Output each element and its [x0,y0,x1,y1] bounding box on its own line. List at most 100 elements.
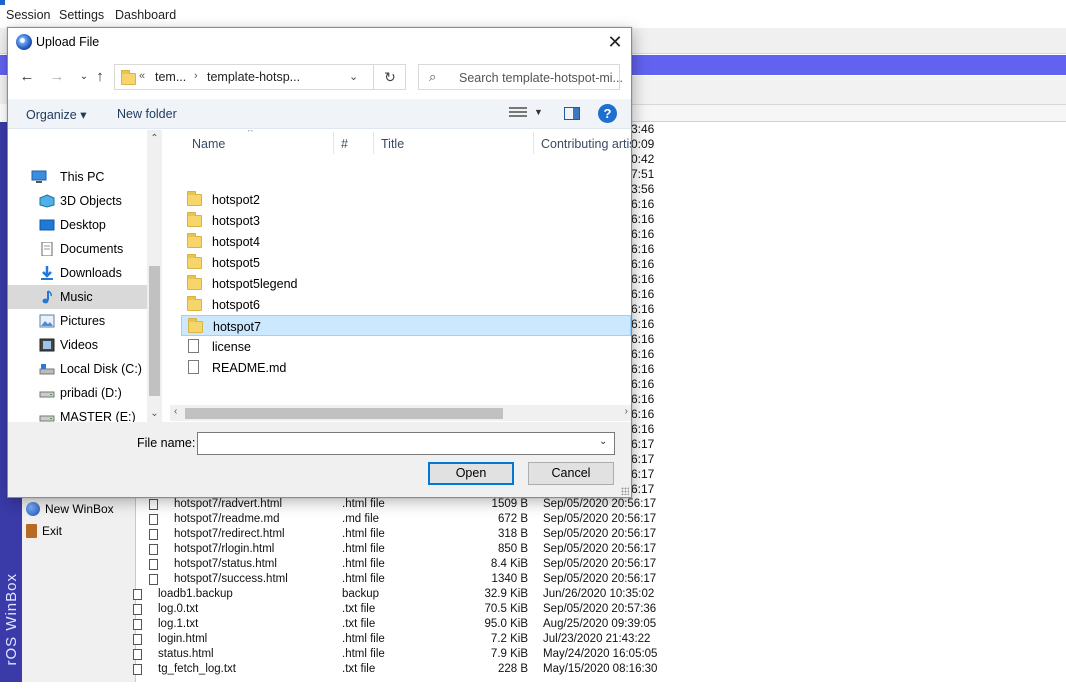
preview-pane-icon[interactable] [564,107,580,120]
breadcrumb-item[interactable]: template-hotsp... [207,70,300,84]
address-bar[interactable]: « tem... › template-hotsp... ⌄ ↻ [114,64,406,90]
table-row[interactable]: tg_fetch_log.txt .txt file 228 B May/15/202… [133,662,1066,677]
nav-item-music[interactable]: Music [8,285,147,309]
up-arrow-icon[interactable]: ↑ [90,67,110,87]
nav-item-label: Videos [60,338,98,352]
view-options-icon[interactable] [509,107,527,119]
table-row[interactable]: log.1.txt .txt file 95.0 KiB Aug/25/2020 09… [133,617,1066,632]
nav-item-desktop[interactable]: Desktop [8,213,147,237]
file-type-cell: .html file [342,498,385,510]
file-row-license[interactable]: license [181,336,631,357]
file-name-input[interactable] [197,432,615,455]
table-row[interactable]: status.html .html file 7.9 KiB May/24/2020 … [133,647,1066,662]
nav-item-label: Documents [60,242,124,256]
table-row[interactable]: log.0.txt .txt file 70.5 KiB Sep/05/2020 20… [133,602,1066,617]
scroll-thumb[interactable] [185,408,503,419]
menu-dashboard[interactable]: Dashboard [115,8,176,22]
resize-grip[interactable] [621,487,629,495]
file-date-cell: May/15/2020 08:16:30 [543,663,658,675]
breadcrumb-item[interactable]: tem... [155,70,186,84]
side-menu-new-winbox[interactable]: New WinBox [26,500,114,518]
search-icon: ⌕ [429,69,437,84]
scroll-left-icon[interactable]: ‹ [174,406,177,417]
scroll-thumb[interactable] [149,266,160,396]
folder-icon [187,191,202,206]
file-row-hotspot4[interactable]: hotspot4 [181,231,631,252]
open-button[interactable]: Open [428,462,514,485]
folder-icon [187,275,202,290]
time-cell: 6:16 [631,347,655,361]
file-name: hotspot5legend [212,277,298,291]
time-cell: 7:51 [631,167,655,181]
file-type-cell: .md file [342,513,380,525]
nav-item-this-pc[interactable]: This PC [8,165,147,189]
navigation-scrollbar[interactable]: ⌃ ⌄ [147,130,162,422]
file-icon [149,529,158,540]
nav-item-pictures[interactable]: Pictures [8,309,147,333]
table-row[interactable]: hotspot7/readme.md .md file 672 B Sep/05/20… [137,512,1066,527]
chevron-down-icon[interactable]: ⌄ [599,436,607,447]
file-name: hotspot2 [212,193,260,207]
nav-item-videos[interactable]: Videos [8,333,147,357]
nav-item-3d-objects[interactable]: 3D Objects [8,189,147,213]
sort-arrow-icon: ^ [248,130,253,138]
menu-session[interactable]: Session [6,8,50,22]
file-row-hotspot7[interactable]: hotspot7 [181,315,631,336]
menu-settings[interactable]: Settings [59,8,104,22]
folder-icon [187,296,202,311]
table-row[interactable]: hotspot7/success.html .html file 1340 B Sep… [137,572,1066,587]
column-number[interactable]: # [341,137,348,151]
chevron-down-icon[interactable]: ⌄ [349,70,358,83]
column-name[interactable]: Name [192,137,225,151]
time-cell: 6:16 [631,302,655,316]
horizontal-scrollbar[interactable]: ‹ › [170,405,631,421]
close-button[interactable]: ✕ [599,28,631,57]
nav-item-documents[interactable]: Documents [8,237,147,261]
nav-item-master-e[interactable]: MASTER (E:) [8,405,147,422]
scroll-up-icon[interactable]: ⌃ [147,133,162,144]
table-row[interactable]: login.html .html file 7.2 KiB Jul/23/2020 2… [133,632,1066,647]
refresh-icon[interactable]: ↻ [373,65,406,89]
forward-arrow-icon[interactable]: → [47,67,67,87]
file-size-cell: 228 B [497,663,528,675]
help-icon[interactable]: ? [598,104,617,123]
file-type-cell: .html file [342,648,385,660]
organize-button[interactable]: Organize ▾ [26,107,86,122]
scroll-down-icon[interactable]: ⌄ [147,408,162,419]
column-header: ^ Name # Title Contributing artist [163,130,631,156]
back-arrow-icon[interactable]: ← [17,67,37,87]
column-contributing-artist[interactable]: Contributing artist [541,137,631,151]
file-row-hotspot5legend[interactable]: hotspot5legend [181,273,631,294]
dialog-titlebar[interactable]: Upload File ✕ [8,28,631,57]
chevron-down-icon[interactable]: ▼ [534,107,543,117]
nav-item-label: Downloads [60,266,122,280]
disk-icon [39,362,55,376]
file-row-hotspot2[interactable]: hotspot2 [181,189,631,210]
side-menu-exit[interactable]: Exit [26,522,62,540]
scroll-right-icon[interactable]: › [625,406,628,417]
file-name: hotspot5 [212,256,260,270]
file-row-hotspot5[interactable]: hotspot5 [181,252,631,273]
nav-item-local-disk-c[interactable]: Local Disk (C:) [8,357,147,381]
file-row-hotspot6[interactable]: hotspot6 [181,294,631,315]
table-row[interactable]: hotspot7/status.html .html file 8.4 KiB Sep… [137,557,1066,572]
table-row[interactable]: hotspot7/rlogin.html .html file 850 B Sep/0… [137,542,1066,557]
file-row-hotspot3[interactable]: hotspot3 [181,210,631,231]
table-row[interactable]: loadb1.backup backup 32.9 KiB Jun/26/2020 1… [133,587,1066,602]
time-cell: 6:17 [631,482,655,496]
cancel-button[interactable]: Cancel [528,462,614,485]
breadcrumb-overflow[interactable]: « [139,70,145,82]
column-title[interactable]: Title [381,137,404,151]
file-row-readme-md[interactable]: README.md [181,357,631,378]
table-row[interactable]: hotspot7/redirect.html .html file 318 B Sep… [137,527,1066,542]
search-box[interactable]: ⌕ Search template-hotspot-mi... [418,64,623,90]
nav-item-pribadi-d[interactable]: pribadi (D:) [8,381,147,405]
table-row[interactable]: hotspot7/radvert.html .html file 1509 B Sep… [137,497,1066,512]
folder-icon [187,212,202,227]
dialog-title: Upload File [36,35,100,49]
new-folder-button[interactable]: New folder [117,107,177,121]
file-type-cell: backup [342,588,380,600]
file-size-cell: 1340 B [491,573,528,585]
file-icon [133,664,142,675]
nav-item-downloads[interactable]: Downloads [8,261,147,285]
